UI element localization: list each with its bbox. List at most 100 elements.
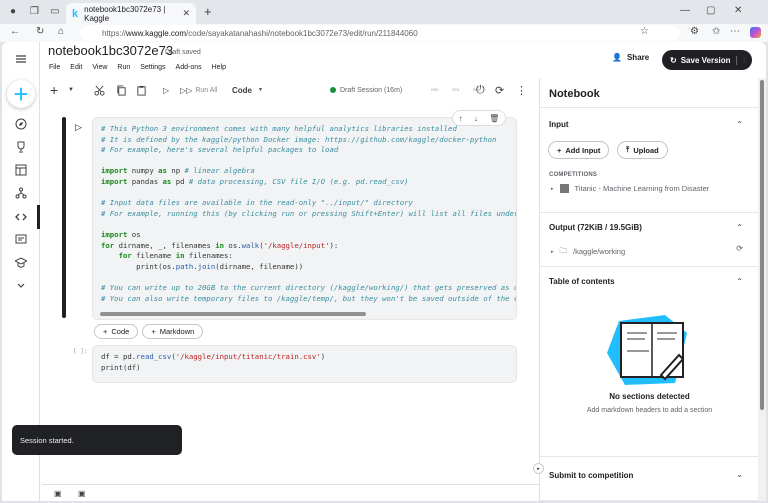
close-window-icon[interactable]: ✕ [734,5,742,16]
delete-icon[interactable]: 🗑 [489,114,499,123]
menu-edit[interactable]: Edit [70,64,82,71]
tab-title: notebook1bc3072e73 | Kaggle [84,4,166,23]
extensions-icon[interactable]: ⚙ [690,26,699,37]
run-cell-button[interactable]: ▷ [75,122,82,133]
notebook-title[interactable]: notebook1bc3072e73 [48,43,173,58]
cut-icon[interactable] [94,85,105,96]
horizontal-scrollbar[interactable] [100,312,366,316]
copy-icon[interactable] [116,84,127,96]
code-icon[interactable] [12,208,30,226]
hamburger-menu-icon[interactable] [12,50,30,68]
cell-type-select[interactable]: Code ▼ [232,86,263,95]
dataset-item[interactable]: ▸ Titanic - Machine Learning from Disaste… [551,184,709,193]
scrollbar-thumb[interactable] [760,80,764,410]
menu-addons[interactable]: Add-ons [176,64,202,71]
collapse-input-icon[interactable]: ⌃ [736,120,743,129]
session-status[interactable]: Draft Session (16m) [330,87,402,94]
output-title[interactable]: Output (72KiB / 19.5GiB) [549,223,642,232]
submit-title[interactable]: Submit to competition [549,471,633,480]
collapse-panel-button[interactable]: ▸ [533,463,544,474]
url-domain: www.kaggle.com [126,28,187,38]
code-token: # You can write up to 20GB to the curren… [101,282,517,292]
copilot-icon[interactable] [750,27,761,38]
move-up-icon[interactable]: ↑ [459,114,463,123]
active-indicator [37,205,40,229]
close-tab-icon[interactable]: ✕ [182,8,190,19]
code-cell-2[interactable]: df = pd.read_csv('/kaggle/input/titanic/… [92,345,517,383]
code-token: os. [224,240,242,250]
code-token: # For example, here's several helpful pa… [101,145,339,155]
code-token: in [215,240,225,250]
trophy-icon[interactable] [12,138,30,156]
add-input-button[interactable]: + Add Input [548,141,610,159]
discussions-icon[interactable] [12,231,30,249]
menu-run[interactable]: Run [117,64,130,71]
code-line: import pandas as pd # data processing, C… [101,177,508,188]
url-input[interactable]: https://www.kaggle.com/code/sayakatanaha… [80,25,680,41]
run-all-icon: ▷▷ [180,85,193,95]
console-icon[interactable]: ▣ [54,489,62,498]
tab-actions-icon[interactable]: ▭ [50,6,59,17]
browser-tab[interactable]: k notebook1bc3072e73 | Kaggle ✕ [66,3,196,24]
home-icon[interactable]: ⌂ [58,26,64,37]
more-options-icon[interactable]: ⋮ [516,84,527,97]
learn-icon[interactable] [12,254,30,272]
collapse-toc-icon[interactable]: ⌃ [736,277,743,286]
upload-button[interactable]: ⤒ Upload [617,141,668,159]
table-icon[interactable] [12,161,30,179]
terminal-icon[interactable]: ▣ [78,489,86,498]
refresh-icon[interactable]: ↻ [36,26,44,37]
compass-icon[interactable] [12,115,30,133]
input-title[interactable]: Input [549,120,569,129]
browser-tab-bar: ● ❐ ▭ k notebook1bc3072e73 | Kaggle ✕ + … [0,0,768,24]
active-cell-indicator [62,117,66,318]
toc-title[interactable]: Table of contents [549,277,615,286]
refresh-output-icon[interactable]: ⟳ [736,244,743,253]
models-icon[interactable] [12,184,30,202]
menu-settings[interactable]: Settings [140,64,165,71]
save-version-count[interactable]: 1 [736,55,752,65]
share-button[interactable]: 👤 Share [612,53,649,62]
menu-help[interactable]: Help [212,64,226,71]
back-icon[interactable]: ← [10,26,20,37]
add-cell-dropdown-icon[interactable]: ▼ [68,87,74,93]
new-tab-icon[interactable]: + [204,4,212,19]
add-markdown-button[interactable]: + Markdown [142,324,204,339]
upload-icon: ⤒ [626,145,630,154]
create-button[interactable]: + [7,80,35,108]
menu-file[interactable]: File [49,64,60,71]
submit-section: Submit to competition ⌄ [540,456,759,501]
output-section: Output (72KiB / 19.5GiB) ⌃ ▸ 🗀/kaggle/wor… [540,212,759,266]
panel-scrollbar[interactable] [758,78,766,501]
code-token: path [175,261,194,271]
save-version-button[interactable]: ↻ Save Version 1 [662,50,752,70]
move-down-icon[interactable]: ↓ [474,114,478,123]
run-cell-icon[interactable]: ▷ [163,86,169,95]
menu-view[interactable]: View [92,64,107,71]
add-cell-icon[interactable]: + [50,82,58,98]
power-icon[interactable]: ⏻ [476,84,485,97]
code-token: # For example, running this (by clicking… [101,208,517,218]
collapse-output-icon[interactable]: ⌃ [736,223,743,232]
favorite-icon[interactable]: ☆ [640,26,649,37]
maximize-icon[interactable]: ▢ [706,5,715,16]
more-icon[interactable]: ⋯ [730,26,740,37]
chevron-down-icon[interactable] [12,277,30,295]
favorites-bar-icon[interactable]: ✩ [712,26,720,37]
profile-icon[interactable]: ● [10,6,16,17]
code-cell-1[interactable]: # This Python 3 environment comes with m… [92,117,517,320]
cpu-meter: CPU [452,88,460,92]
restart-icon[interactable]: ⟳ [495,84,504,97]
code-token: ) [320,352,326,361]
add-code-button[interactable]: + Code [94,324,139,339]
run-all-button[interactable]: ▷▷ Run All [180,86,218,95]
output-folder-item[interactable]: ▸ 🗀/kaggle/working [551,245,625,258]
paste-icon[interactable] [136,85,147,96]
hdd-meter: HDD [431,88,439,92]
add-input-label: Add Input [565,145,601,155]
minimize-icon[interactable]: — [680,5,690,16]
collections-icon[interactable]: ❐ [30,6,39,17]
code-token: read_csv [136,352,172,361]
expand-submit-icon[interactable]: ⌄ [736,470,743,479]
